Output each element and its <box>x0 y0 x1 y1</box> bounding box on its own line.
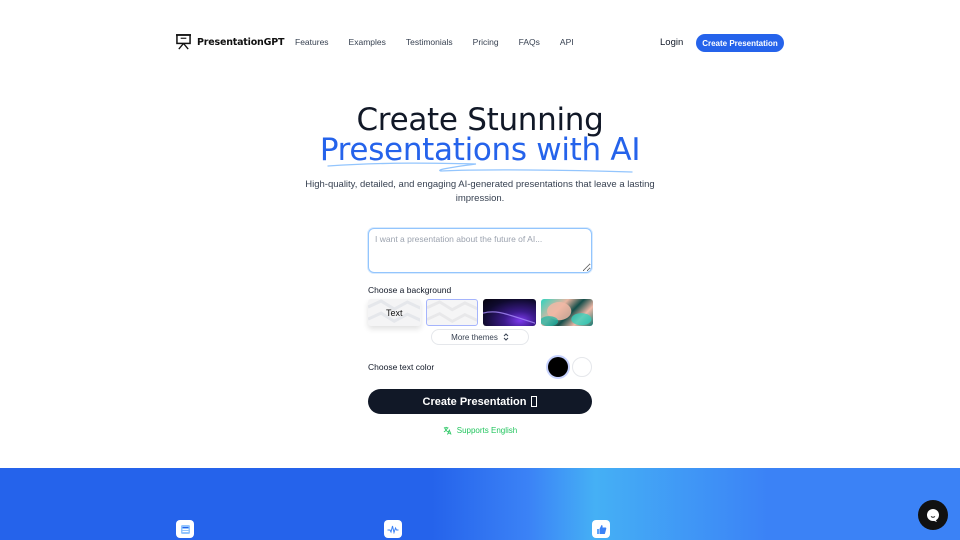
text-color-label: Choose text color <box>368 362 435 372</box>
chat-widget-button[interactable] <box>918 500 948 530</box>
translate-icon <box>443 426 452 435</box>
nav-links: Features Examples Testimonials Pricing F… <box>295 37 594 47</box>
hero-subtitle: High-quality, detailed, and engaging AI-… <box>305 179 655 204</box>
background-option-label: Text <box>385 307 403 318</box>
background-option-text[interactable]: Text <box>368 299 421 326</box>
login-link[interactable]: Login <box>660 37 683 48</box>
more-themes-label: More themes <box>451 332 498 342</box>
create-presentation-label: Create Presentation <box>422 395 527 408</box>
feature-thumbs-up-badge <box>592 520 610 538</box>
document-icon <box>180 524 190 534</box>
nav-link-testimonials[interactable]: Testimonials <box>406 37 453 47</box>
activity-icon <box>387 525 399 534</box>
nav-link-pricing[interactable]: Pricing <box>473 37 499 47</box>
zigzag-pattern <box>426 300 477 324</box>
supports-language: Supports English <box>0 426 960 435</box>
nav-link-api[interactable]: API <box>560 37 574 47</box>
wave-graphic <box>483 311 536 324</box>
text-color-black-swatch[interactable] <box>548 357 568 377</box>
background-option-abstract-3d[interactable] <box>540 299 593 326</box>
abstract-shapes <box>540 302 591 326</box>
cursor-placeholder-icon <box>531 396 538 407</box>
feature-activity-badge <box>384 520 402 538</box>
presentation-prompt-input[interactable] <box>368 228 592 273</box>
feature-document-badge <box>176 520 194 538</box>
underline-squiggle <box>327 162 633 173</box>
text-color-white-swatch[interactable] <box>572 357 592 377</box>
chat-bubble-icon <box>927 508 939 522</box>
more-themes-button[interactable]: More themes <box>431 329 529 345</box>
create-presentation-button[interactable]: Create Presentation <box>368 389 592 414</box>
brand-logo[interactable]: PresentationGPT <box>176 34 284 50</box>
background-option-dark-purple[interactable] <box>483 299 536 326</box>
features-section <box>0 468 960 540</box>
top-navbar: PresentationGPT Features Examples Testim… <box>0 0 960 86</box>
background-label: Choose a background <box>368 285 452 295</box>
thumbs-up-icon <box>596 524 606 534</box>
supports-language-text: Supports English <box>456 426 518 435</box>
nav-link-examples[interactable]: Examples <box>349 37 386 47</box>
background-options: Text <box>368 299 593 326</box>
create-presentation-nav-button[interactable]: Create Presentation <box>696 34 784 52</box>
brand-name: PresentationGPT <box>197 36 285 48</box>
presentation-board-icon <box>176 34 191 50</box>
background-option-light-pattern[interactable] <box>425 299 478 326</box>
nav-link-faqs[interactable]: FAQs <box>519 37 540 47</box>
nav-link-features[interactable]: Features <box>295 37 329 47</box>
chevron-up-down-icon <box>503 333 509 341</box>
